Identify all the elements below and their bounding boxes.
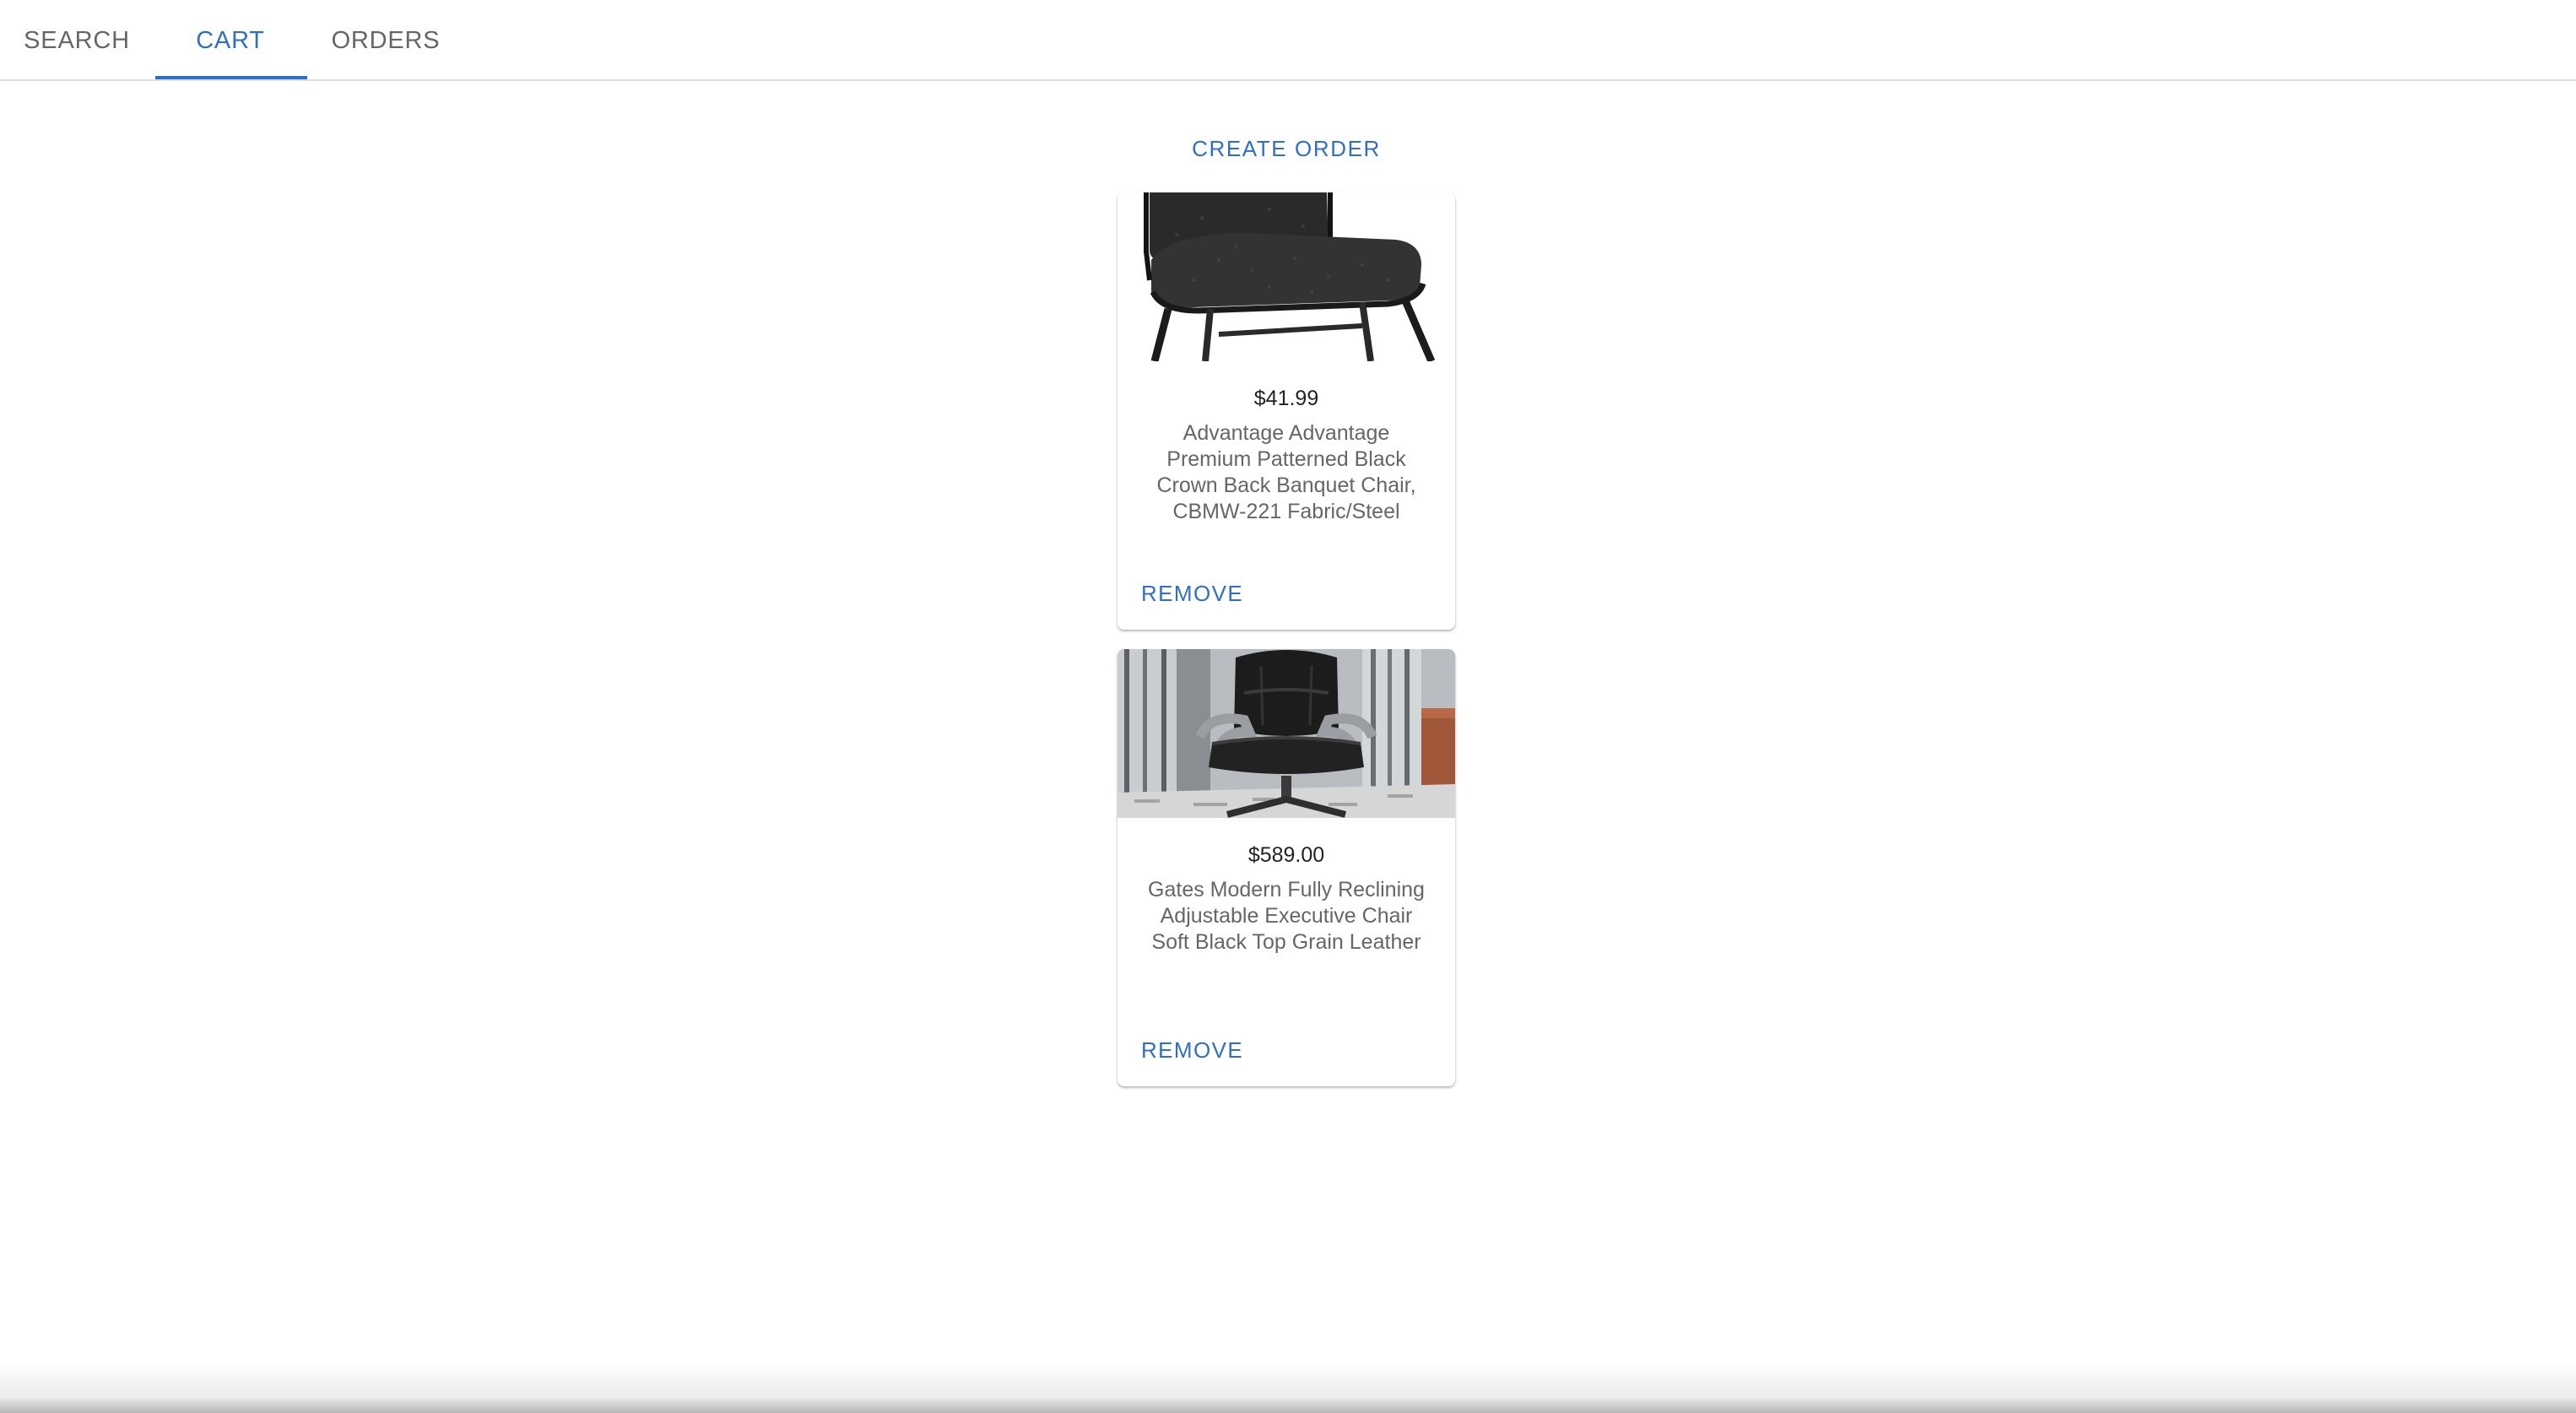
remove-button[interactable]: REMOVE — [1131, 1031, 1253, 1069]
executive-chair-image — [1118, 649, 1455, 818]
active-tab-indicator — [155, 76, 307, 79]
cart-page: SEARCH CART ORDERS CREATE ORDER $41.99 A… — [0, 0, 2576, 1413]
create-order-button[interactable]: CREATE ORDER — [1118, 123, 1455, 174]
tab-orders[interactable]: ORDERS — [307, 0, 464, 81]
cart-item-card: $589.00 Gates Modern Fully Reclining Adj… — [1118, 649, 1455, 1086]
item-price: $41.99 — [1253, 387, 1319, 410]
item-title: Advantage Advantage Premium Patterned Bl… — [1156, 421, 1416, 523]
tab-cart[interactable]: CART — [154, 0, 307, 81]
remove-button[interactable]: REMOVE — [1131, 574, 1253, 613]
tab-search[interactable]: SEARCH — [0, 0, 154, 81]
tab-bar: SEARCH CART ORDERS — [0, 0, 2576, 81]
cart-item-card: $41.99 Advantage Advantage Premium Patte… — [1118, 192, 1455, 630]
item-title: Gates Modern Fully Reclining Adjustable … — [1148, 878, 1425, 954]
banquet-chair-image — [1118, 192, 1455, 361]
item-price: $589.00 — [1247, 843, 1325, 867]
window-bottom-edge — [0, 1361, 2576, 1413]
